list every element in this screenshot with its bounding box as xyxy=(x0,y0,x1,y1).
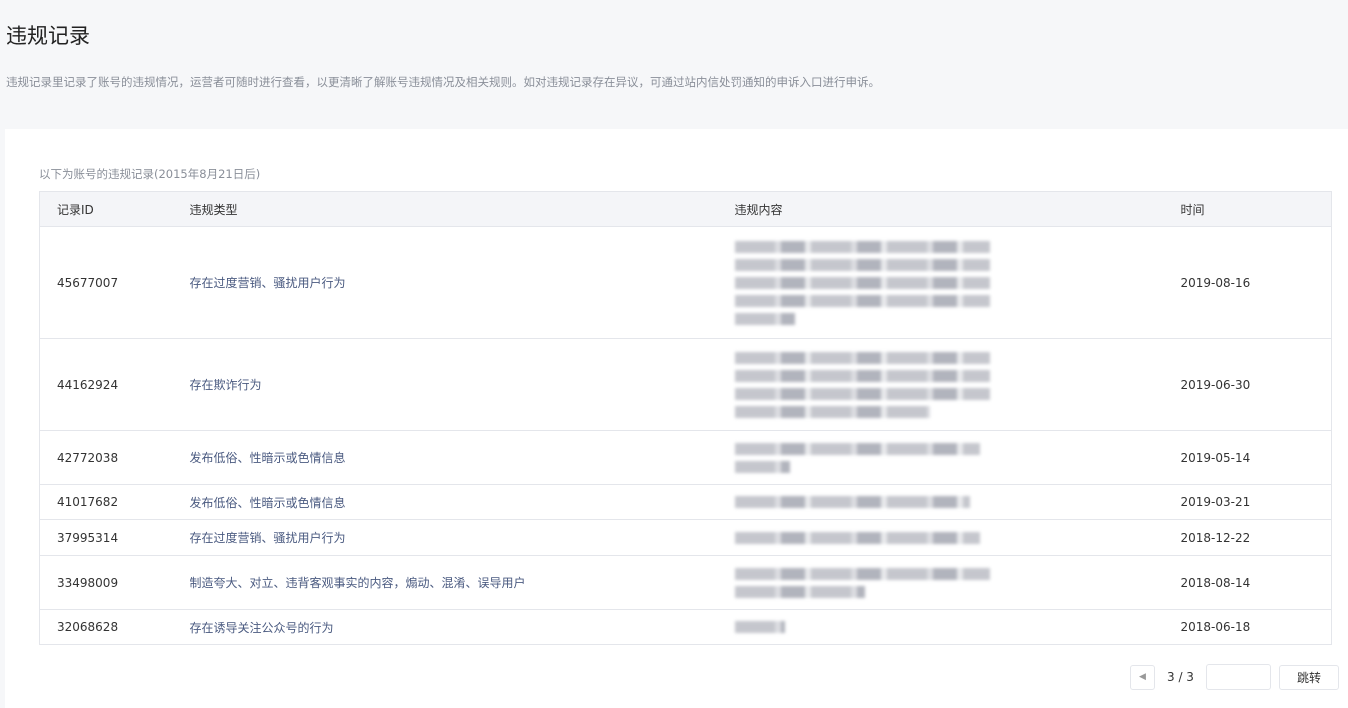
blurred-line xyxy=(734,621,785,633)
record-id: 42772038 xyxy=(39,430,190,485)
blurred-line xyxy=(734,567,990,580)
blurred-line xyxy=(734,405,930,418)
violation-type: 存在过度营销、骚扰用户行为 xyxy=(189,519,735,556)
page-description: 违规记录里记录了账号的违规情况，运营者可随时进行查看，以更清晰了解账号违规情况及… xyxy=(6,75,880,89)
record-id: 45677007 xyxy=(39,226,190,339)
blurred-line xyxy=(734,258,990,271)
blurred-line xyxy=(734,351,990,364)
violation-type: 存在诱导关注公众号的行为 xyxy=(189,609,735,645)
table-row: 41017682 发布低俗、性暗示或色情信息 2019-03-21 xyxy=(39,484,1332,520)
table-subtitle: 以下为账号的违规记录(2015年8月21日后) xyxy=(39,167,261,181)
violation-type: 制造夸大、对立、违背客观事实的内容，煽动、混淆、误导用户 xyxy=(189,555,735,610)
record-date: 2018-12-22 xyxy=(1180,519,1332,556)
page-title: 违规记录 xyxy=(6,24,90,48)
record-id: 44162924 xyxy=(39,338,190,431)
header-time: 时间 xyxy=(1180,191,1332,227)
violation-table: 记录ID 违规类型 违规内容 时间 45677007 存在过度营销、骚扰用户行为… xyxy=(39,191,1332,645)
table-row: 33498009 制造夸大、对立、违背客观事实的内容，煽动、混淆、误导用户 20… xyxy=(39,555,1332,610)
blurred-line xyxy=(734,276,990,289)
table-row: 44162924 存在欺诈行为 2019-06-30 xyxy=(39,338,1332,431)
table-row: 32068628 存在诱导关注公众号的行为 2018-06-18 xyxy=(39,609,1332,645)
record-id: 33498009 xyxy=(39,555,190,610)
page-jump-input[interactable] xyxy=(1205,664,1271,690)
blurred-line xyxy=(734,369,990,382)
jump-button[interactable]: 跳转 xyxy=(1278,664,1339,690)
violation-content-blurred xyxy=(734,338,1181,431)
violation-content-blurred xyxy=(734,555,1181,610)
violation-content-blurred xyxy=(734,519,1181,556)
record-date: 2019-03-21 xyxy=(1180,484,1332,520)
record-id: 37995314 xyxy=(39,519,190,556)
blurred-line xyxy=(734,240,990,253)
header-id: 记录ID xyxy=(39,191,190,227)
record-date: 2018-06-18 xyxy=(1180,609,1332,645)
blurred-line xyxy=(734,460,790,473)
pagination: ◀ 3 / 3 跳转 xyxy=(1130,664,1339,690)
record-id: 41017682 xyxy=(39,484,190,520)
violation-content-blurred xyxy=(734,609,1181,645)
violation-type: 发布低俗、性暗示或色情信息 xyxy=(189,430,735,485)
violation-content-blurred xyxy=(734,226,1181,339)
caret-left-icon: ◀ xyxy=(1139,672,1146,682)
violation-type: 存在欺诈行为 xyxy=(189,338,735,431)
record-date: 2019-05-14 xyxy=(1180,430,1332,485)
violation-type: 存在过度营销、骚扰用户行为 xyxy=(189,226,735,339)
blurred-line xyxy=(734,294,990,307)
blurred-line xyxy=(734,442,980,455)
violation-content-blurred xyxy=(734,430,1181,485)
record-date: 2018-08-14 xyxy=(1180,555,1332,610)
blurred-line xyxy=(734,312,795,325)
record-id: 32068628 xyxy=(39,609,190,645)
blurred-line xyxy=(734,531,980,544)
records-card: 以下为账号的违规记录(2015年8月21日后) 记录ID 违规类型 违规内容 时… xyxy=(5,129,1348,708)
table-row: 37995314 存在过度营销、骚扰用户行为 2018-12-22 xyxy=(39,519,1332,556)
blurred-line xyxy=(734,496,970,508)
header-type: 违规类型 xyxy=(189,191,735,227)
page-indicator: 3 / 3 xyxy=(1167,670,1194,684)
record-date: 2019-08-16 xyxy=(1180,226,1332,339)
table-row: 42772038 发布低俗、性暗示或色情信息 2019-05-14 xyxy=(39,430,1332,485)
blurred-line xyxy=(734,387,990,400)
violation-type: 发布低俗、性暗示或色情信息 xyxy=(189,484,735,520)
blurred-line xyxy=(734,585,865,598)
table-row: 45677007 存在过度营销、骚扰用户行为 2019-08-16 xyxy=(39,226,1332,339)
record-date: 2019-06-30 xyxy=(1180,338,1332,431)
header-content: 违规内容 xyxy=(734,191,1181,227)
violation-content-blurred xyxy=(734,484,1181,520)
prev-page-button[interactable]: ◀ xyxy=(1130,664,1155,690)
